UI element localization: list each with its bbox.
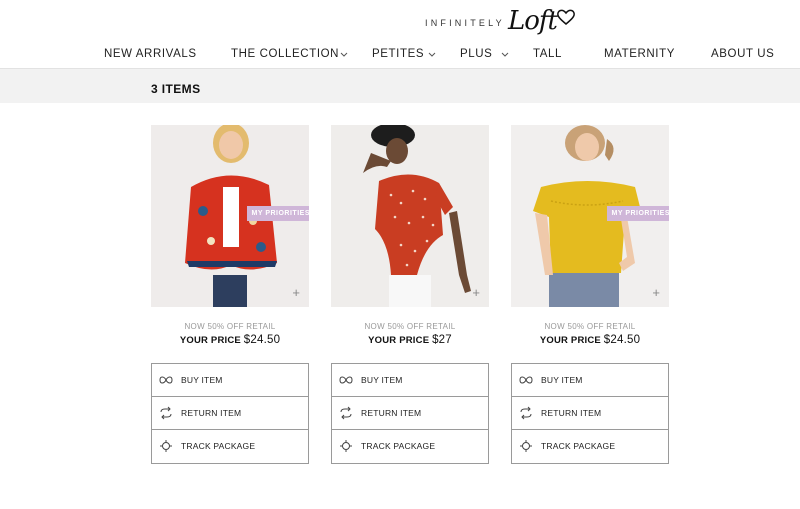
chevron-down-icon[interactable]	[428, 52, 436, 58]
my-priorities-tag: MY PRIORITIES	[246, 206, 309, 227]
return-item-button[interactable]: RETURN ITEM	[332, 397, 488, 430]
my-priorities-tag: MY PRIORITIES	[606, 206, 669, 227]
return-item-button[interactable]: RETURN ITEM	[512, 397, 668, 430]
product-card: MY PRIORITIES + NOW 50% OFF RETAIL YOUR …	[511, 125, 669, 464]
return-item-button[interactable]: RETURN ITEM	[152, 397, 308, 430]
main-nav: NEW ARRIVALS THE COLLECTION PETITES PLUS…	[0, 48, 800, 66]
nav-the-collection[interactable]: THE COLLECTION	[231, 48, 339, 60]
buy-item-label: BUY ITEM	[541, 375, 583, 385]
nav-new-arrivals[interactable]: NEW ARRIVALS	[104, 48, 197, 60]
items-header-band: 3 ITEMS	[0, 68, 800, 103]
buy-item-button[interactable]: BUY ITEM	[512, 364, 668, 397]
product-photo-polka-top	[331, 125, 489, 307]
return-arrows-icon	[340, 406, 352, 420]
plus-icon[interactable]: +	[652, 286, 660, 299]
nav-petites[interactable]: PETITES	[372, 48, 424, 60]
product-image[interactable]: MY PRIORITIES +	[511, 125, 669, 307]
infinity-icon	[159, 376, 173, 384]
promo-text: NOW 50% OFF RETAIL	[544, 322, 636, 331]
price-line: YOUR PRICE $27	[331, 334, 489, 346]
heart-icon	[557, 9, 575, 25]
infinity-icon	[519, 376, 533, 384]
return-arrows-icon	[160, 406, 172, 420]
nav-about-us[interactable]: ABOUT US	[711, 48, 774, 60]
track-package-label: TRACK PACKAGE	[541, 441, 616, 451]
track-package-button[interactable]: TRACK PACKAGE	[332, 430, 488, 463]
item-actions: BUY ITEM RETURN ITEM TRACK PACKAGE	[511, 363, 669, 464]
price-label: YOUR PRICE	[179, 335, 241, 346]
chevron-down-icon[interactable]	[501, 52, 509, 58]
brand-logo[interactable]: INFINITELY Loft	[0, 6, 800, 40]
crosshair-icon	[160, 440, 172, 452]
product-card: MY PRIORITIES + NOW 50% OFF RETAIL YOUR …	[151, 125, 309, 464]
brand-name: Loft	[508, 6, 558, 36]
promo-text: NOW 50% OFF RETAIL	[364, 322, 456, 331]
price-line: YOUR PRICE $24.50	[151, 334, 309, 346]
item-actions: BUY ITEM RETURN ITEM TRACK PACKAGE	[331, 363, 489, 464]
buy-item-button[interactable]: BUY ITEM	[332, 364, 488, 397]
buy-item-label: BUY ITEM	[181, 375, 223, 385]
nav-tall[interactable]: TALL	[533, 48, 562, 60]
return-item-label: RETURN ITEM	[541, 408, 602, 418]
product-image[interactable]: MY PRIORITIES +	[151, 125, 309, 307]
price-line: YOUR PRICE $24.50	[511, 334, 669, 346]
crosshair-icon	[340, 440, 352, 452]
nav-plus[interactable]: PLUS	[460, 48, 492, 60]
item-actions: BUY ITEM RETURN ITEM TRACK PACKAGE	[151, 363, 309, 464]
infinity-icon	[339, 376, 353, 384]
return-item-label: RETURN ITEM	[361, 408, 422, 418]
track-package-button[interactable]: TRACK PACKAGE	[512, 430, 668, 463]
nav-maternity[interactable]: MATERNITY	[604, 48, 675, 60]
items-count: 3 ITEMS	[151, 82, 201, 96]
return-item-label: RETURN ITEM	[181, 408, 242, 418]
buy-item-label: BUY ITEM	[361, 375, 403, 385]
buy-item-button[interactable]: BUY ITEM	[152, 364, 308, 397]
price-label: YOUR PRICE	[539, 335, 601, 346]
plus-icon[interactable]: +	[292, 286, 300, 299]
crosshair-icon	[520, 440, 532, 452]
plus-icon[interactable]: +	[472, 286, 480, 299]
price-value: $24.50	[243, 334, 281, 346]
track-package-label: TRACK PACKAGE	[361, 441, 436, 451]
price-value: $24.50	[603, 334, 641, 346]
track-package-button[interactable]: TRACK PACKAGE	[152, 430, 308, 463]
return-arrows-icon	[520, 406, 532, 420]
track-package-label: TRACK PACKAGE	[181, 441, 256, 451]
price-label: YOUR PRICE	[368, 335, 430, 346]
brand-tagline: INFINITELY	[425, 18, 505, 28]
price-value: $27	[432, 334, 452, 346]
product-image[interactable]: +	[331, 125, 489, 307]
product-card: + NOW 50% OFF RETAIL YOUR PRICE $27 BUY …	[331, 125, 489, 464]
promo-text: NOW 50% OFF RETAIL	[184, 322, 276, 331]
chevron-down-icon[interactable]	[340, 52, 348, 58]
